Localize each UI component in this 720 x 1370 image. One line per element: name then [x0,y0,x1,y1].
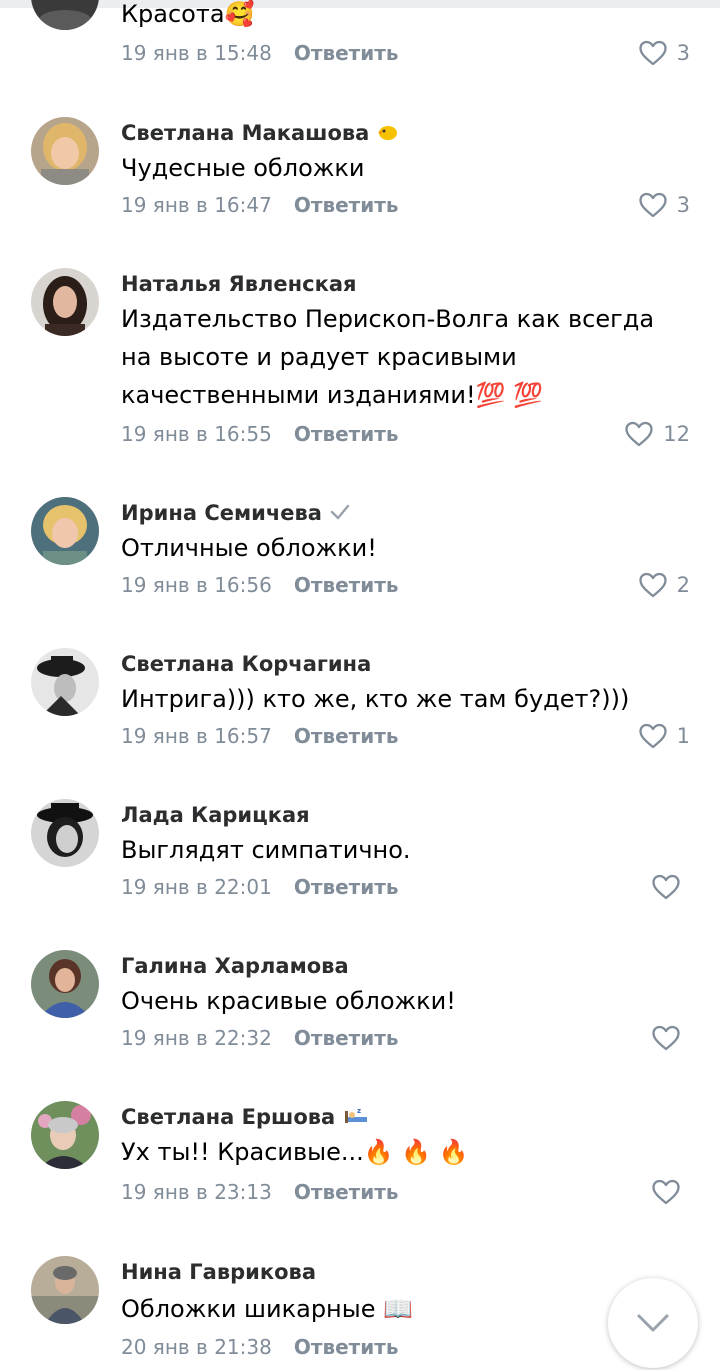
comment-meta: 19 янв в 22:01 Ответить [121,874,399,900]
comment-time: 19 янв в 23:13 [121,1180,272,1204]
comment-meta: 20 янв в 21:38 Ответить [121,1334,399,1360]
sleeping-in-bed-emoji-icon: z [343,1105,369,1131]
heart-icon [652,1025,680,1051]
avatar[interactable] [31,648,99,716]
comment-meta: 19 янв в 22:32 Ответить [121,1025,399,1051]
verified-check-icon [330,501,350,527]
comment-meta: 19 янв в 16:56 Ответить [121,572,399,598]
avatar[interactable] [31,497,99,565]
like-count: 2 [676,573,690,597]
comments-feed: Красота🥰 19 янв в 15:48 Ответить 3 Светла… [0,0,720,1370]
comment-meta: 19 янв в 15:48 Ответить [121,40,399,66]
comment-text: Издательство Перископ-Волга как всегда н… [121,305,655,409]
comment-text: Обложки шикарные 📖 [121,1295,413,1323]
like-count: 3 [676,193,690,217]
heart-icon [652,874,680,900]
comment-meta: 19 янв в 16:47 Ответить [121,192,399,218]
comment-author[interactable]: Нина Гаврикова [121,1259,316,1285]
comment-text: Чудесные обложки [121,154,365,182]
comment-time: 19 янв в 16:57 [121,724,272,748]
like-button[interactable]: 1 [638,721,690,751]
avatar[interactable] [31,799,99,867]
comment-meta: 19 янв в 16:57 Ответить [121,723,399,749]
avatar[interactable] [31,268,99,336]
reply-button[interactable]: Ответить [294,1335,399,1359]
avatar[interactable] [31,1256,99,1324]
comment-meta: 19 янв в 23:13 Ответить [121,1179,399,1205]
heart-icon [638,192,667,218]
reply-button[interactable]: Ответить [294,573,399,597]
like-button[interactable] [652,1023,690,1053]
comment-author[interactable]: Наталья Явленская [121,271,357,297]
avatar[interactable] [31,117,99,185]
heart-icon [638,40,667,66]
chick-emoji-icon [377,121,399,147]
reply-button[interactable]: Ответить [294,1180,399,1204]
reply-button[interactable]: Ответить [294,1026,399,1050]
comment-time: 19 янв в 16:56 [121,573,272,597]
comment-author[interactable]: Светлана Ершова z [121,1104,369,1131]
comment-text: Интрига))) кто же, кто же там будет?))) [121,685,630,713]
comment-text: Красота🥰 [121,0,255,28]
like-count: 12 [663,422,690,446]
like-button[interactable] [652,872,690,902]
comment-author[interactable]: Светлана Корчагина [121,651,371,677]
avatar[interactable] [31,1101,99,1169]
comment-time: 19 янв в 15:48 [121,41,272,65]
comment-time: 20 янв в 21:38 [121,1335,272,1359]
reply-button[interactable]: Ответить [294,193,399,217]
like-button[interactable]: 3 [638,190,690,220]
like-count: 3 [676,41,690,65]
heart-icon [652,1179,680,1205]
heart-icon [638,572,667,598]
like-count: 1 [676,724,690,748]
comment-text: Выглядят симпатично. [121,836,411,864]
like-button[interactable] [652,1177,690,1207]
reply-button[interactable]: Ответить [294,422,399,446]
comment-time: 19 янв в 22:01 [121,875,272,899]
comment-text: Очень красивые обложки! [121,987,456,1015]
comment-author[interactable]: Ирина Семичева [121,500,350,527]
comment-text: Ух ты!! Красивые...🔥 🔥 🔥 [121,1138,469,1166]
like-button[interactable]: 12 [625,419,690,449]
reply-button[interactable]: Ответить [294,724,399,748]
like-button[interactable]: 3 [638,38,690,68]
comment-author[interactable]: Лада Карицкая [121,802,310,828]
heart-icon [625,421,653,447]
comment-author[interactable]: Галина Харламова [121,953,349,979]
avatar[interactable] [31,950,99,1018]
comment-author[interactable]: Светлана Макашова [121,120,399,147]
avatar[interactable] [31,0,99,30]
comment-time: 19 янв в 22:32 [121,1026,272,1050]
scroll-down-button[interactable] [608,1278,698,1368]
comment-time: 19 янв в 16:47 [121,193,272,217]
reply-button[interactable]: Ответить [294,41,399,65]
reply-button[interactable]: Ответить [294,875,399,899]
heart-icon [638,723,667,749]
comment-time: 19 янв в 16:55 [121,422,272,446]
chevron-down-icon [637,1314,669,1332]
comment-text: Отличные обложки! [121,534,377,562]
comment-meta: 19 янв в 16:55 Ответить [121,421,399,447]
like-button[interactable]: 2 [638,570,690,600]
svg-text:z: z [357,1107,361,1115]
